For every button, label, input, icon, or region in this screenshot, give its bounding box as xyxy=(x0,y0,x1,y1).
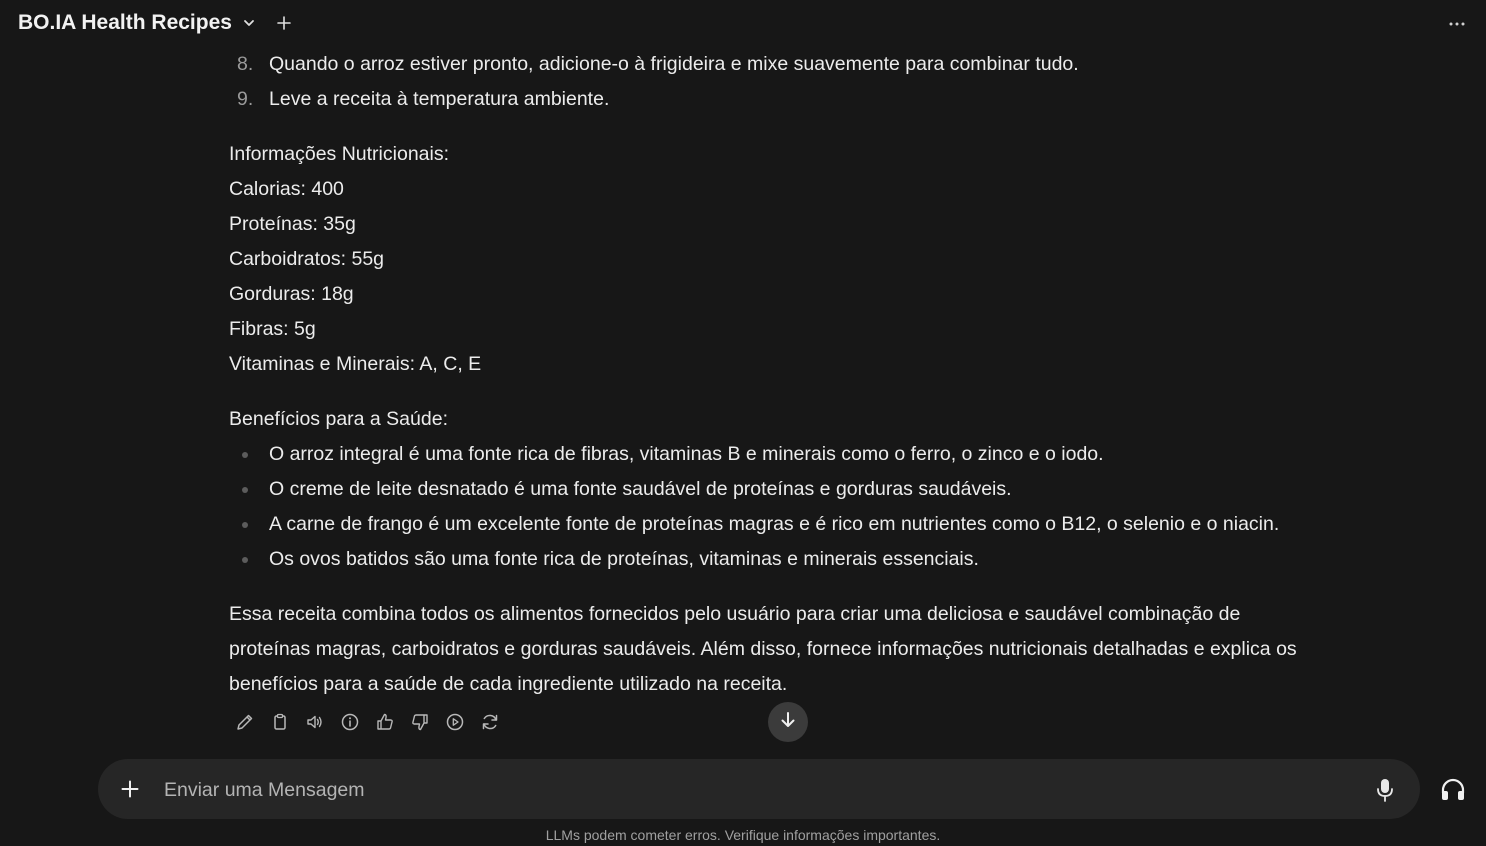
thumbs-up-icon[interactable] xyxy=(374,711,396,733)
bullet-dot xyxy=(242,487,248,493)
bullet-dot xyxy=(242,557,248,563)
benefit-text: A carne de frango é um excelente fonte d… xyxy=(269,513,1280,535)
bullet-dot xyxy=(242,452,248,458)
assistant-message: 8. Quando o arroz estiver pronto, adicio… xyxy=(229,50,1409,702)
summary-line: Essa receita combina todos os alimentos … xyxy=(229,603,1241,625)
arrow-down-icon xyxy=(778,710,798,735)
chevron-down-icon xyxy=(242,16,256,30)
nutrition-line: Calorias: 400 xyxy=(229,178,344,200)
step-number: 8. xyxy=(237,53,254,75)
copy-icon[interactable] xyxy=(269,711,291,733)
nutrition-line: Fibras: 5g xyxy=(229,318,316,340)
benefits-heading: Benefícios para a Saúde: xyxy=(229,408,448,430)
benefit-text: Os ovos batidos são uma fonte rica de pr… xyxy=(269,548,979,570)
message-input[interactable] xyxy=(162,769,1346,811)
more-horizontal-icon[interactable] xyxy=(1448,14,1466,34)
microphone-icon[interactable] xyxy=(1376,777,1394,803)
edit-icon[interactable] xyxy=(234,711,256,733)
model-selector[interactable]: BO.IA Health Recipes xyxy=(18,11,256,35)
benefits-list: O arroz integral é uma fonte rica de fib… xyxy=(229,437,1409,577)
nutrition-line: Proteínas: 35g xyxy=(229,213,356,235)
scroll-to-bottom-button[interactable] xyxy=(768,702,808,742)
top-bar: BO.IA Health Recipes xyxy=(0,0,1486,50)
new-chat-plus-icon[interactable] xyxy=(276,15,292,31)
disclaimer-text: LLMs podem cometer erros. Verifique info… xyxy=(545,827,941,843)
list-item: O arroz integral é uma fonte rica de fib… xyxy=(229,437,1409,472)
read-aloud-icon[interactable] xyxy=(304,711,326,733)
nutrition-line: Carboidratos: 55g xyxy=(229,248,385,270)
plus-icon[interactable] xyxy=(120,779,140,799)
bullet-dot xyxy=(242,522,248,528)
nutrition-section: Informações Nutricionais: Calorias: 400 … xyxy=(229,137,1409,382)
step-number: 9. xyxy=(237,88,254,110)
benefit-text: O creme de leite desnatado é uma fonte s… xyxy=(269,478,1012,500)
step-text: Quando o arroz estiver pronto, adicione-… xyxy=(269,53,1079,75)
nutrition-line: Vitaminas e Minerais: A, C, E xyxy=(229,353,482,375)
list-item: 9. Leve a receita à temperatura ambiente… xyxy=(229,82,1409,117)
benefit-text: O arroz integral é uma fonte rica de fib… xyxy=(269,443,1104,465)
summary-line: benefícios para a saúde de cada ingredie… xyxy=(229,673,788,695)
summary-paragraph: Essa receita combina todos os alimentos … xyxy=(229,597,1409,702)
nutrition-heading: Informações Nutricionais: xyxy=(229,143,450,165)
regenerate-icon[interactable] xyxy=(479,711,501,733)
benefits-section: Benefícios para a Saúde: O arroz integra… xyxy=(229,402,1409,577)
model-name: BO.IA Health Recipes xyxy=(18,11,232,34)
list-item: A carne de frango é um excelente fonte d… xyxy=(229,507,1409,542)
list-item: 8. Quando o arroz estiver pronto, adicio… xyxy=(229,47,1409,82)
info-icon[interactable] xyxy=(339,711,361,733)
nutrition-line: Gorduras: 18g xyxy=(229,283,354,305)
steps-list: 8. Quando o arroz estiver pronto, adicio… xyxy=(229,47,1409,117)
headphones-icon[interactable] xyxy=(1440,777,1466,802)
continue-icon[interactable] xyxy=(444,711,466,733)
step-text: Leve a receita à temperatura ambiente. xyxy=(269,88,610,110)
list-item: O creme de leite desnatado é uma fonte s… xyxy=(229,472,1409,507)
message-composer xyxy=(98,759,1420,819)
summary-line: proteínas magras, carboidratos e gordura… xyxy=(229,638,1297,660)
list-item: Os ovos batidos são uma fonte rica de pr… xyxy=(229,542,1409,577)
message-actions xyxy=(234,711,501,733)
thumbs-down-icon[interactable] xyxy=(409,711,431,733)
